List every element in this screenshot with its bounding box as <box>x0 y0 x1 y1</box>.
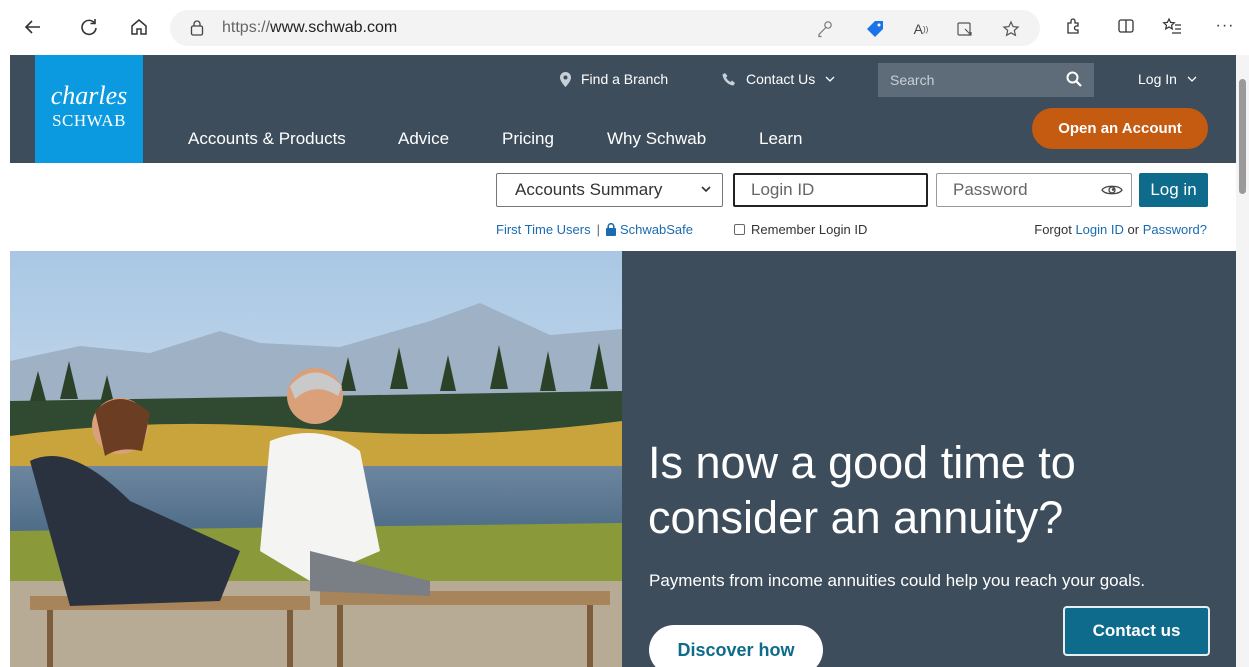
remember-checkbox[interactable] <box>734 224 745 235</box>
search-icon[interactable] <box>1066 71 1082 92</box>
home-icon[interactable] <box>124 12 154 42</box>
chevron-down-icon <box>701 186 711 193</box>
find-branch-link[interactable]: Find a Branch <box>560 71 668 87</box>
location-pin-icon <box>560 71 571 87</box>
back-icon[interactable] <box>18 12 48 42</box>
account-type-select[interactable]: Accounts Summary <box>496 173 723 207</box>
tag-icon[interactable] <box>864 18 886 40</box>
login-id-input[interactable] <box>735 175 926 205</box>
page-scrollbar[interactable] <box>1236 55 1249 667</box>
hero-title: Is now a good time to consider an annuit… <box>648 437 1076 543</box>
chevron-down-icon <box>1187 76 1197 82</box>
nav-why-schwab[interactable]: Why Schwab <box>607 129 706 149</box>
favorite-star-icon[interactable] <box>1000 18 1022 40</box>
search-input[interactable] <box>878 63 1058 97</box>
forgot-password-link[interactable]: Password? <box>1143 222 1207 237</box>
hero-subtitle: Payments from income annuities could hel… <box>649 571 1146 590</box>
contact-us-label: Contact Us <box>746 71 816 87</box>
log-in-button[interactable]: Log in <box>1139 173 1208 207</box>
phone-icon <box>722 73 735 86</box>
extensions-icon[interactable] <box>1062 14 1086 38</box>
site-header: charles SCHWAB Find a Branch Contact Us … <box>10 55 1236 163</box>
nav-learn[interactable]: Learn <box>759 129 802 149</box>
nav-accounts-products[interactable]: Accounts & Products <box>188 129 346 149</box>
hero-panel: Is now a good time to consider an annuit… <box>622 251 1236 667</box>
chevron-down-icon <box>825 76 835 82</box>
lock-icon[interactable] <box>190 19 204 42</box>
forgot-prefix: Forgot <box>1034 222 1072 237</box>
logo-line1: charles <box>50 81 128 110</box>
contact-us-button[interactable]: Contact us <box>1063 606 1210 656</box>
more-icon[interactable]: ··· <box>1213 14 1237 38</box>
search-box[interactable] <box>878 63 1094 97</box>
forgot-credentials: Forgot Login ID or Password? <box>1034 222 1207 237</box>
account-select-value: Accounts Summary <box>515 180 663 199</box>
forgot-or: or <box>1127 222 1140 237</box>
padlock-icon <box>606 223 617 236</box>
contact-us-dropdown[interactable]: Contact Us <box>722 71 835 87</box>
log-in-dropdown[interactable]: Log In <box>1138 71 1197 87</box>
remember-label: Remember Login ID <box>751 222 868 237</box>
schwabsafe-link[interactable]: SchwabSafe <box>620 222 693 237</box>
read-aloud-icon[interactable]: A)) <box>910 18 932 40</box>
login-id-field[interactable] <box>733 173 928 207</box>
address-bar[interactable]: https://www.schwab.com A)) <box>170 10 1040 46</box>
password-field[interactable] <box>936 173 1132 207</box>
scrollbar-thumb[interactable] <box>1239 79 1246 194</box>
app-available-icon[interactable] <box>954 18 976 40</box>
separator: | <box>596 222 601 237</box>
browser-toolbar: https://www.schwab.com A)) ··· <box>0 0 1249 55</box>
show-password-eye-icon[interactable] <box>1101 183 1123 202</box>
first-time-users-link[interactable]: First Time Users <box>496 222 591 237</box>
refresh-icon[interactable] <box>74 12 104 42</box>
find-branch-label: Find a Branch <box>581 71 669 87</box>
login-bar: Accounts Summary Log in First Time Users… <box>10 163 1236 251</box>
couple-lakeside-photo <box>10 251 622 667</box>
favorites-icon[interactable] <box>1160 14 1184 38</box>
log-in-label: Log In <box>1138 71 1177 87</box>
login-help-links: First Time Users | SchwabSafe <box>496 222 693 237</box>
forgot-login-id-link[interactable]: Login ID <box>1075 222 1123 237</box>
nav-pricing[interactable]: Pricing <box>502 129 554 149</box>
discover-how-button[interactable]: Discover how <box>649 625 823 667</box>
schwab-site: charles SCHWAB Find a Branch Contact Us … <box>10 55 1236 667</box>
schwab-logo[interactable]: charles SCHWAB <box>35 55 143 163</box>
logo-line2: SCHWAB <box>52 111 126 130</box>
url-text: https://www.schwab.com <box>222 19 398 36</box>
nav-advice[interactable]: Advice <box>398 129 449 149</box>
remember-login-id[interactable]: Remember Login ID <box>734 222 867 237</box>
key-icon[interactable] <box>814 18 836 40</box>
hero-photo <box>10 251 622 667</box>
open-account-button[interactable]: Open an Account <box>1032 108 1208 149</box>
split-screen-icon[interactable] <box>1114 14 1138 38</box>
